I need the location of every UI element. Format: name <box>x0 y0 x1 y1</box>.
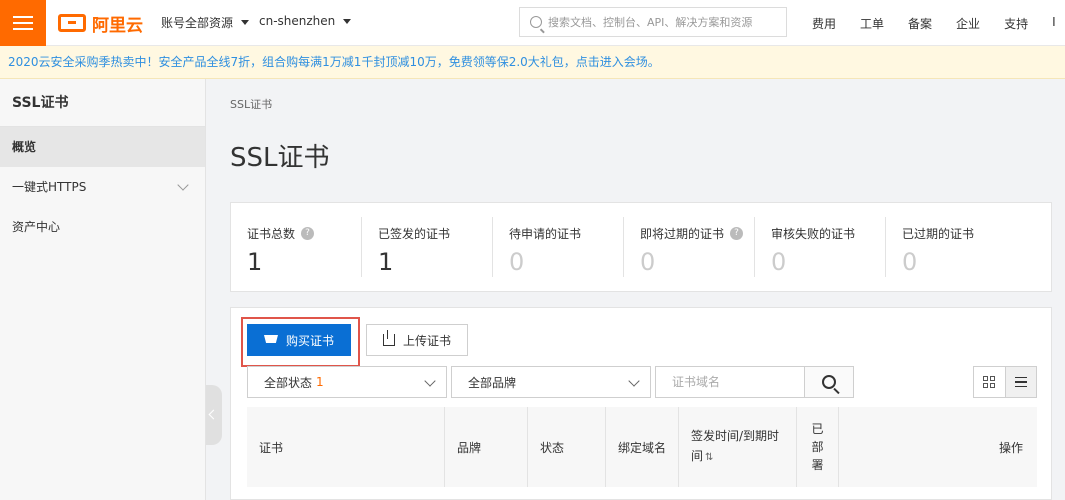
domain-search-button[interactable] <box>804 366 854 398</box>
search-icon <box>822 375 836 389</box>
domain-search-placeholder: 证书域名 <box>672 375 721 389</box>
column-header-label: 证书 <box>259 440 284 455</box>
status-filter-select[interactable]: 全部状态 1 <box>247 366 447 398</box>
stat-label: 已过期的证书 <box>902 227 975 241</box>
upload-button-label: 上传证书 <box>402 333 451 348</box>
page-title: SSL证书 <box>230 143 330 173</box>
help-icon[interactable]: ? <box>730 227 744 240</box>
buy-certificate-button[interactable]: 购买证书 <box>247 324 351 356</box>
stat-failed: 审核失败的证书 0 <box>755 217 886 277</box>
column-header-label: 操作 <box>998 440 1023 455</box>
stat-total: 证书总数? 1 <box>231 217 362 277</box>
sidebar-item-asset-center[interactable]: 资产中心 <box>0 207 205 247</box>
aliyun-logo-icon <box>58 14 86 32</box>
stat-issued: 已签发的证书 1 <box>362 217 493 277</box>
brand-filter-label: 全部品牌 <box>468 375 517 390</box>
stat-label: 待申请的证书 <box>509 227 582 241</box>
chevron-down-icon <box>424 375 436 387</box>
domain-search-input[interactable]: 证书域名 <box>655 366 805 398</box>
stat-pending: 待申请的证书 0 <box>493 217 624 277</box>
nav-link-fees[interactable]: 费用 <box>812 15 836 32</box>
nav-link-enterprise[interactable]: 企业 <box>956 15 980 32</box>
column-header-deployed: 已部署 <box>797 407 839 487</box>
grid-view-button[interactable] <box>974 367 1005 397</box>
stat-expired: 已过期的证书 0 <box>886 217 1017 277</box>
upload-icon <box>382 330 395 346</box>
column-header-label: 状态 <box>540 440 565 455</box>
global-search-input[interactable]: 搜索文档、控制台、API、解决方案和资源 <box>519 7 787 37</box>
certificate-table-header: 证书 品牌 状态 绑定域名 签发时间/到期时间 ⇅ 已部署 操作 <box>247 407 1037 487</box>
chevron-down-icon <box>177 179 189 191</box>
status-filter-count: 1 <box>316 375 324 389</box>
search-icon <box>530 16 542 28</box>
column-header-label: 签发时间/到期时间 ⇅ <box>691 426 787 468</box>
sort-icon[interactable]: ⇅ <box>705 452 713 463</box>
upload-certificate-button[interactable]: 上传证书 <box>366 324 468 356</box>
sidebar-item-one-click-https[interactable]: 一键式HTTPS <box>0 167 205 207</box>
nav-link-support[interactable]: 支持 <box>1004 15 1028 32</box>
nav-link-icp[interactable]: 备案 <box>908 15 932 32</box>
sidebar-collapse-handle[interactable] <box>206 385 222 445</box>
search-placeholder: 搜索文档、控制台、API、解决方案和资源 <box>548 16 753 29</box>
stat-label: 证书总数 <box>247 227 296 241</box>
certificate-list-panel: 购买证书 上传证书 全部状态 1 全部品牌 证书域名 证书 品牌 状态 绑定域名… <box>230 307 1052 500</box>
column-header-status: 状态 <box>528 407 606 487</box>
column-header-bound-domain: 绑定域名 <box>606 407 679 487</box>
stat-value: 0 <box>640 248 656 276</box>
stat-label: 即将过期的证书 <box>640 227 725 241</box>
chevron-down-icon <box>241 20 250 25</box>
account-dropdown-label: 账号全部资源 <box>161 16 234 30</box>
region-dropdown[interactable]: cn-shenzhen <box>259 14 352 28</box>
column-header-actions: 操作 <box>839 407 1037 487</box>
stat-value: 0 <box>771 248 787 276</box>
top-navigation-bar: 阿里云 账号全部资源 cn-shenzhen 搜索文档、控制台、API、解决方案… <box>0 0 1065 46</box>
buy-button-label: 购买证书 <box>285 333 334 348</box>
nav-link-tickets[interactable]: 工单 <box>860 15 884 32</box>
grid-icon <box>983 376 996 388</box>
brand-filter-select[interactable]: 全部品牌 <box>451 366 651 398</box>
aliyun-logo[interactable]: 阿里云 <box>58 10 143 36</box>
stat-label: 审核失败的证书 <box>771 227 856 241</box>
column-header-issue-expiry[interactable]: 签发时间/到期时间 ⇅ <box>679 407 797 487</box>
account-resources-dropdown[interactable]: 账号全部资源 <box>161 14 250 31</box>
list-icon <box>1014 377 1027 387</box>
shopping-cart-icon <box>263 335 278 343</box>
stat-value[interactable]: 1 <box>247 248 361 276</box>
chevron-down-icon <box>343 18 352 24</box>
column-header-brand: 品牌 <box>445 407 528 487</box>
column-header-certificate: 证书 <box>247 407 445 487</box>
stat-expiring: 即将过期的证书? 0 <box>624 217 755 277</box>
certificate-stats: 证书总数? 1 已签发的证书 1 待申请的证书 0 即将过期的证书? 0 审核失… <box>230 202 1052 292</box>
sidebar-item-label: 概览 <box>12 140 37 154</box>
sidebar-item-label: 一键式HTTPS <box>12 180 87 194</box>
sidebar-item-overview[interactable]: 概览 <box>0 127 205 167</box>
help-icon[interactable]: ? <box>301 227 315 240</box>
logo-text: 阿里云 <box>92 15 143 36</box>
stat-value[interactable]: 1 <box>378 248 492 276</box>
stat-value: 0 <box>509 248 525 276</box>
status-filter-label: 全部状态 <box>264 375 313 390</box>
stat-label: 已签发的证书 <box>378 227 451 241</box>
breadcrumb[interactable]: SSL证书 <box>230 96 272 112</box>
list-view-button[interactable] <box>1004 367 1036 397</box>
sidebar-title: SSL证书 <box>0 79 205 127</box>
column-header-label: 品牌 <box>457 440 482 455</box>
column-header-label: 已部署 <box>811 422 824 472</box>
column-header-label: 绑定域名 <box>618 440 667 455</box>
promo-banner-text[interactable]: 2020云安全采购季热卖中！安全产品全线7折，组合购每满1万减1千封顶减10万，… <box>8 55 660 69</box>
promo-banner[interactable]: 2020云安全采购季热卖中！安全产品全线7折，组合购每满1万减1千封顶减10万，… <box>0 46 1065 79</box>
region-label: cn-shenzhen <box>259 14 336 28</box>
stat-value: 0 <box>902 248 918 276</box>
view-toggle <box>973 366 1037 398</box>
menu-icon[interactable] <box>0 0 46 46</box>
sidebar: SSL证书 概览 一键式HTTPS 资产中心 <box>0 79 206 500</box>
top-links: 费用 工单 备案 企业 支持 I <box>812 15 1056 32</box>
chevron-down-icon <box>628 375 640 387</box>
sidebar-item-label: 资产中心 <box>12 220 61 234</box>
nav-link-cut-off[interactable]: I <box>1052 15 1056 32</box>
